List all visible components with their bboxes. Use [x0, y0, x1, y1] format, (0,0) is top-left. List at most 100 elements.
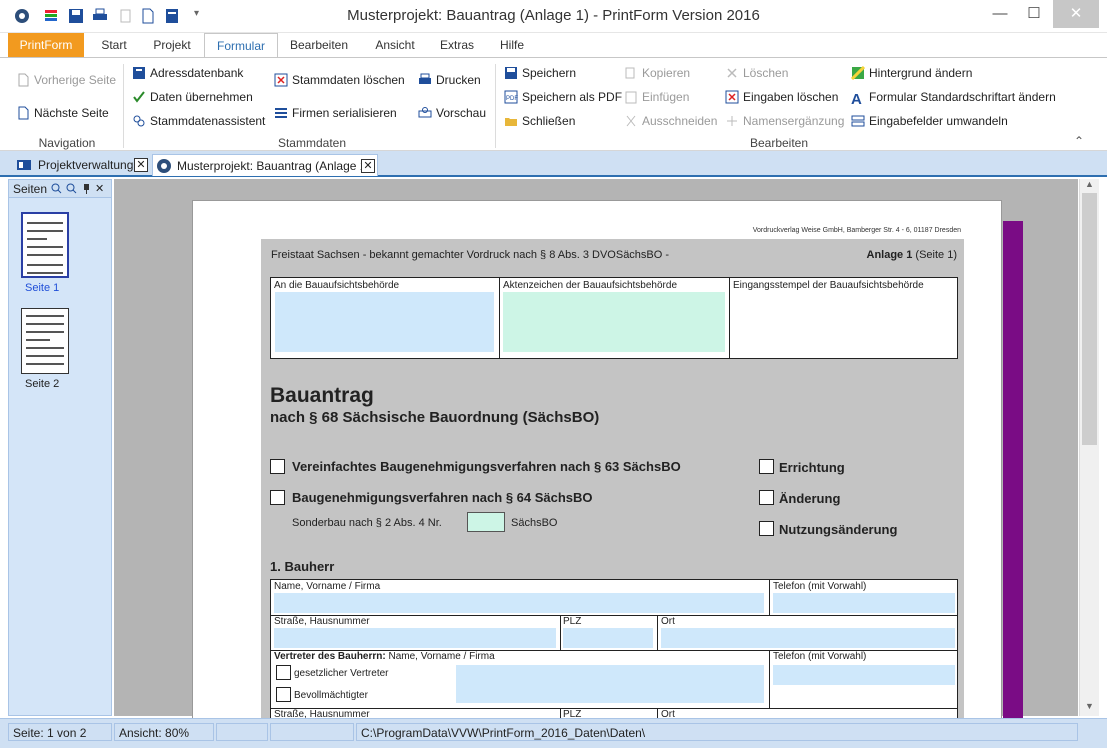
- checkmark-icon: [133, 91, 145, 103]
- doctab-musterprojekt[interactable]: Musterprojekt: Bauantrag (Anlage 1) ✕: [152, 154, 378, 176]
- previous-page-icon: [18, 73, 29, 87]
- tab-start[interactable]: Start: [90, 33, 138, 57]
- gesetzlicher-vertreter-checkbox[interactable]: [276, 665, 291, 680]
- schliessen-button[interactable]: Schließen: [504, 112, 575, 130]
- tab-bearbeiten[interactable]: Bearbeiten: [282, 33, 356, 57]
- nutzungsaenderung-checkbox[interactable]: [759, 521, 774, 536]
- bevollmaechtigter-label: Bevollmächtigter: [294, 690, 368, 701]
- ribbon-separator: [123, 64, 124, 148]
- hintergrund-button[interactable]: Hintergrund ändern: [851, 64, 972, 82]
- doctab-projektverwaltung[interactable]: Projektverwaltung ✕: [14, 154, 154, 176]
- tab-hilfe[interactable]: Hilfe: [488, 33, 536, 57]
- tab-printform[interactable]: PrintForm: [8, 33, 84, 57]
- nutzungsaenderung-label: Nutzungsänderung: [779, 522, 898, 537]
- sonderbau-nr-input[interactable]: [467, 512, 505, 532]
- aenderung-label: Änderung: [779, 491, 841, 506]
- umwandeln-button[interactable]: Eingabefelder umwandeln: [851, 112, 1008, 130]
- print-preview-icon: [418, 107, 432, 118]
- daten-uebernehmen-button[interactable]: Daten übernehmen: [132, 88, 253, 106]
- ort-input[interactable]: [661, 628, 955, 648]
- vorschau-button[interactable]: Vorschau: [418, 104, 486, 122]
- opt-baugenehmigung-label: Baugenehmigungsverfahren nach § 64 Sächs…: [292, 490, 593, 505]
- bauaufsichtsbehoerde-input[interactable]: [275, 292, 494, 352]
- aenderung-checkbox[interactable]: [759, 490, 774, 505]
- vertical-scrollbar[interactable]: ▲ ▼: [1079, 179, 1099, 716]
- project-management-icon: [17, 160, 31, 170]
- tab-ansicht[interactable]: Ansicht: [364, 33, 426, 57]
- tab-formular[interactable]: Formular: [204, 33, 278, 58]
- ausschneiden-button[interactable]: Ausschneiden: [624, 112, 717, 130]
- telefon-label: Telefon (mit Vorwahl): [773, 581, 867, 592]
- ort-label: Ort: [661, 616, 675, 627]
- errichtung-label: Errichtung: [779, 460, 845, 475]
- authority-boxes: An die Bauaufsichtsbehörde Aktenzeichen …: [270, 277, 958, 359]
- copy-icon: [625, 67, 635, 79]
- prev-page-button[interactable]: Vorherige Seite: [16, 71, 116, 89]
- page-thumbnail-1[interactable]: [21, 212, 69, 278]
- zoom-out-icon[interactable]: [66, 183, 77, 194]
- vertreter-telefon-input[interactable]: [773, 665, 955, 685]
- scroll-down-icon[interactable]: ▼: [1085, 701, 1094, 711]
- collapse-ribbon-button[interactable]: ⌃: [1074, 132, 1084, 150]
- document-tabs: Projektverwaltung ✕ Musterprojekt: Bauan…: [0, 151, 1107, 177]
- tab-projekt[interactable]: Projekt: [143, 33, 201, 57]
- minimize-button[interactable]: —: [983, 0, 1017, 28]
- speichern-button[interactable]: Speichern: [504, 64, 576, 82]
- close-panel-icon[interactable]: ✕: [95, 180, 104, 198]
- drucken-button[interactable]: Drucken: [418, 71, 481, 89]
- stammdatenassistent-button[interactable]: Stammdatenassistent: [132, 112, 265, 130]
- name-add-icon: [727, 116, 737, 126]
- strasse-input[interactable]: [274, 628, 556, 648]
- serialize-icon: [275, 108, 287, 118]
- group-label-bearbeiten: Bearbeiten: [749, 136, 809, 150]
- pin-icon[interactable]: [81, 183, 92, 194]
- opt-vereinfacht-checkbox[interactable]: [270, 459, 285, 474]
- einfuegen-button[interactable]: Einfügen: [624, 88, 689, 106]
- vertreter-label: Vertreter des Bauherrn: Name, Vorname / …: [274, 651, 495, 662]
- firmen-serialisieren-button[interactable]: Firmen serialisieren: [274, 104, 397, 122]
- stammdaten-loeschen-button[interactable]: Stammdaten löschen: [274, 71, 405, 89]
- eingaben-loeschen-button[interactable]: Eingaben löschen: [725, 88, 838, 106]
- saechsbo-label: SächsBO: [511, 517, 558, 529]
- close-tab-icon[interactable]: ✕: [361, 159, 375, 173]
- telefon-input[interactable]: [773, 593, 955, 613]
- sonderbau-label: Sonderbau nach § 2 Abs. 4 Nr.: [292, 517, 442, 529]
- kopieren-button[interactable]: Kopieren: [624, 64, 690, 82]
- opt-baugenehmigung-checkbox[interactable]: [270, 490, 285, 505]
- status-bar: Seite: 1 von 2 Ansicht: 80% C:\ProgramDa…: [0, 718, 1107, 748]
- zoom-in-icon[interactable]: [51, 183, 62, 194]
- maximize-button[interactable]: ☐: [1017, 0, 1051, 28]
- strasse-label: Straße, Hausnummer: [274, 616, 370, 627]
- status-page: Seite: 1 von 2: [8, 723, 112, 741]
- speichern-pdf-button[interactable]: PDF Speichern als PDF: [504, 88, 622, 106]
- form-title: Bauantrag: [270, 384, 374, 407]
- page-thumbnail-2[interactable]: [21, 308, 69, 374]
- tab-extras[interactable]: Extras: [432, 33, 482, 57]
- document-logo-icon: [157, 159, 171, 173]
- next-page-button[interactable]: Nächste Seite: [16, 104, 109, 122]
- name-input[interactable]: [274, 593, 764, 613]
- scroll-up-icon[interactable]: ▲: [1085, 179, 1094, 189]
- plz-input[interactable]: [563, 628, 653, 648]
- group-label-stammdaten: Stammdaten: [277, 136, 347, 150]
- close-tab-icon[interactable]: ✕: [134, 158, 148, 172]
- schriftart-button[interactable]: A Formular Standardschriftart ändern: [851, 88, 1056, 107]
- close-button[interactable]: ✕: [1053, 0, 1099, 28]
- background-icon: [851, 66, 865, 80]
- box-eingangsstempel: Eingangsstempel der Bauaufsichtsbehörde: [733, 280, 924, 291]
- scissors-icon: [626, 115, 636, 127]
- pages-panel-title: Seiten: [13, 182, 48, 196]
- page-edge-bar: [1003, 221, 1023, 720]
- vertreter-name-input[interactable]: [456, 665, 764, 703]
- aktenzeichen-input[interactable]: [503, 292, 725, 352]
- bevollmaechtigter-checkbox[interactable]: [276, 687, 291, 702]
- page-thumbnail-label[interactable]: Seite 1: [25, 282, 59, 294]
- adressdatenbank-button[interactable]: Adressdatenbank: [132, 64, 243, 82]
- page-thumbnail-label[interactable]: Seite 2: [25, 378, 59, 390]
- loeschen-button[interactable]: Löschen: [725, 64, 788, 82]
- namensergaenzung-button[interactable]: Namensergänzung: [725, 112, 844, 130]
- form-header-left: Freistaat Sachsen - bekannt gemachter Vo…: [271, 249, 670, 261]
- vertreter-telefon-label: Telefon (mit Vorwahl): [773, 651, 867, 662]
- errichtung-checkbox[interactable]: [759, 459, 774, 474]
- scrollbar-thumb[interactable]: [1082, 193, 1097, 445]
